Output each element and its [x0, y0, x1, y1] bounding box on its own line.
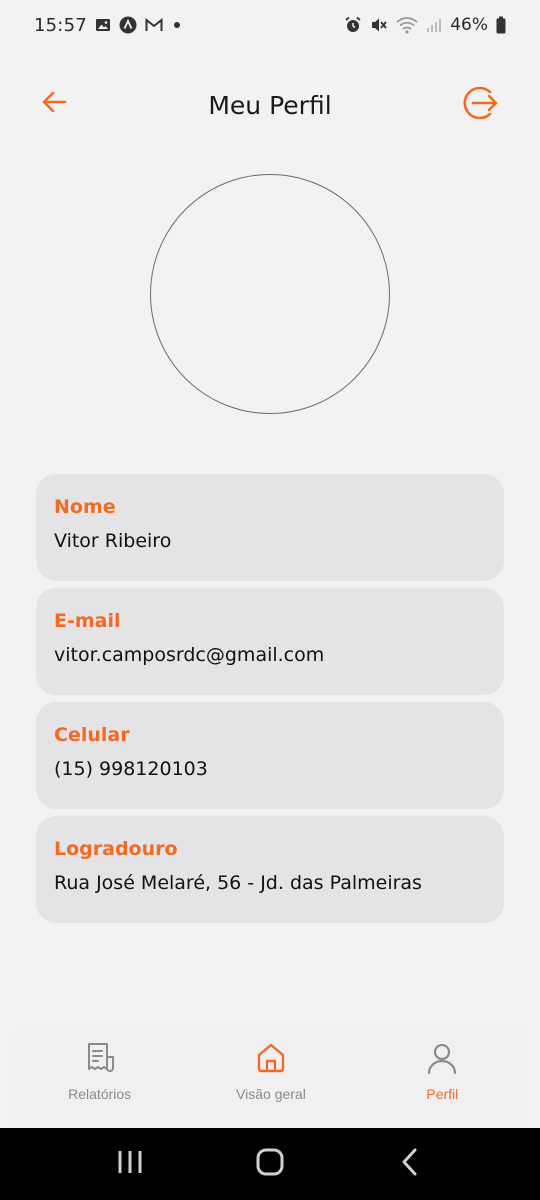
signal-icon	[426, 17, 442, 33]
home-button[interactable]	[240, 1134, 300, 1194]
email-value: vitor.camposrdc@gmail.com	[54, 644, 325, 666]
battery-icon	[496, 16, 506, 34]
arrow-left-icon	[40, 88, 68, 121]
app-icon	[119, 16, 137, 34]
name-label: Nome	[54, 496, 116, 518]
nav-label-reports: Relatórios	[68, 1086, 132, 1102]
home-square-icon	[255, 1147, 285, 1182]
image-icon	[95, 17, 111, 33]
user-icon	[424, 1040, 460, 1076]
address-value: Rua José Melaré, 56 - Jd. das Palmeiras	[54, 872, 422, 894]
alarm-icon	[344, 16, 362, 34]
chevron-left-icon	[395, 1147, 425, 1182]
recent-apps-icon	[115, 1147, 145, 1182]
gmail-icon	[145, 18, 163, 32]
profile-screen: 15:57 46% Meu Perfil Nome Vitor Ribeiro …	[0, 0, 540, 1200]
logout-icon	[460, 83, 500, 128]
bottom-nav: Relatórios Visão geral Perfil	[14, 1030, 528, 1128]
address-card: Logradouro Rua José Melaré, 56 - Jd. das…	[36, 816, 504, 923]
profile-info-list: Nome Vitor Ribeiro E-mail vitor.camposrd…	[36, 474, 504, 930]
nav-item-reports[interactable]: Relatórios	[15, 1040, 185, 1102]
header: Meu Perfil	[0, 70, 540, 140]
phone-value: (15) 998120103	[54, 758, 208, 780]
home-icon	[253, 1040, 289, 1076]
mute-icon	[370, 16, 388, 34]
status-right: 46%	[344, 15, 506, 35]
nav-label-overview: Visão geral	[236, 1086, 306, 1102]
logout-button[interactable]	[460, 85, 500, 125]
page-title: Meu Perfil	[208, 90, 332, 120]
recent-apps-button[interactable]	[100, 1134, 160, 1194]
back-system-button[interactable]	[380, 1134, 440, 1194]
email-card: E-mail vitor.camposrdc@gmail.com	[36, 588, 504, 695]
nav-item-profile[interactable]: Perfil	[357, 1040, 527, 1102]
avatar[interactable]	[150, 174, 390, 414]
wifi-icon	[396, 16, 418, 34]
phone-card: Celular (15) 998120103	[36, 702, 504, 809]
back-button[interactable]	[38, 88, 70, 120]
battery-percent: 46%	[450, 15, 488, 35]
phone-label: Celular	[54, 724, 130, 746]
dot-icon	[171, 19, 183, 31]
system-nav-bar	[0, 1128, 540, 1200]
nav-item-overview[interactable]: Visão geral	[186, 1040, 356, 1102]
email-label: E-mail	[54, 610, 121, 632]
status-left: 15:57	[34, 15, 183, 36]
status-time: 15:57	[34, 14, 87, 36]
receipt-icon	[82, 1040, 118, 1076]
name-value: Vitor Ribeiro	[54, 530, 172, 552]
address-label: Logradouro	[54, 838, 178, 860]
status-bar: 15:57 46%	[0, 0, 540, 50]
name-card: Nome Vitor Ribeiro	[36, 474, 504, 581]
nav-label-profile: Perfil	[426, 1086, 459, 1102]
